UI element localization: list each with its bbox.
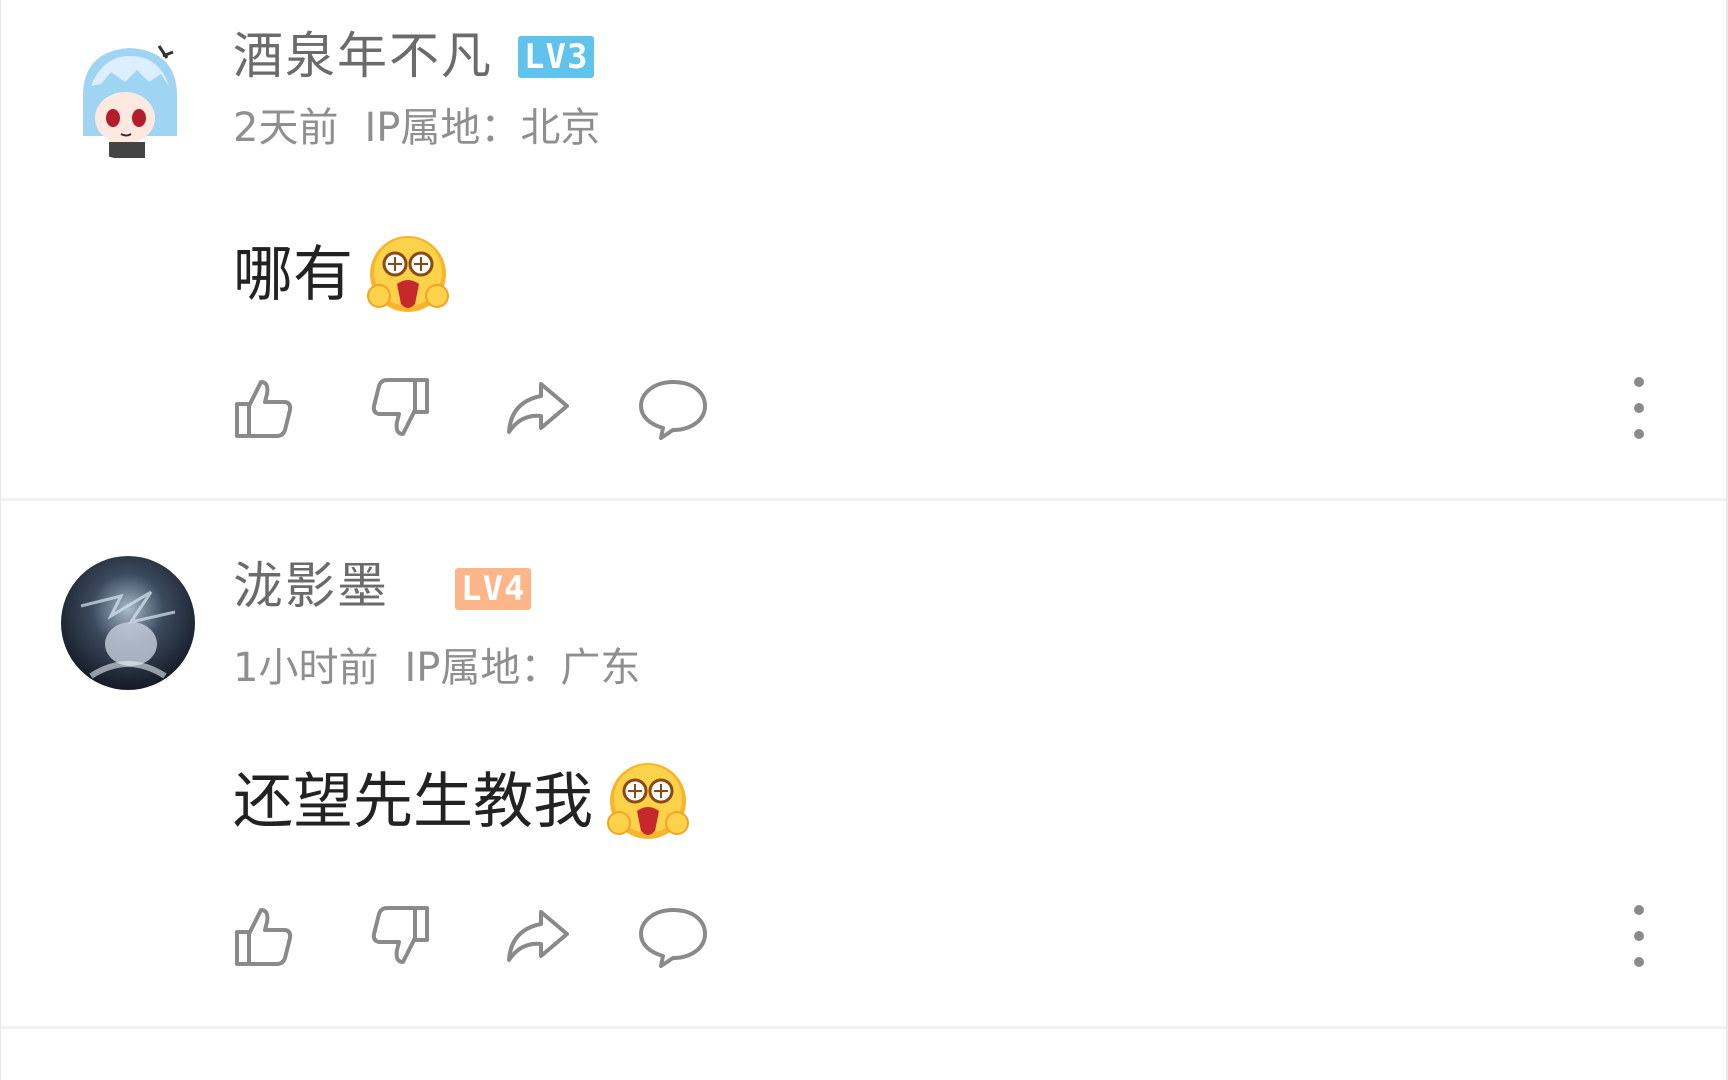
level-badge: LV4 xyxy=(455,568,532,610)
comment-text: 哪有 xyxy=(233,230,451,320)
comment-time: 2天前 xyxy=(233,105,339,151)
comment-text-body: 哪有 xyxy=(233,240,353,310)
share-icon[interactable] xyxy=(501,900,573,972)
comment-list: 酒泉年不凡 LV3 2天前 IP属地：北京 哪有 泷影墨 LV4 1小时前 IP… xyxy=(0,0,1728,1080)
shocked-emoji-icon xyxy=(365,232,451,318)
username[interactable]: 酒泉年不凡 xyxy=(233,26,493,86)
comment-text: 还望先生教我 xyxy=(233,757,691,847)
reply-icon[interactable] xyxy=(637,900,709,972)
comment-meta: 1小时前 IP属地：广东 xyxy=(233,643,666,693)
reply-icon[interactable] xyxy=(637,372,709,444)
shocked-emoji-icon xyxy=(605,759,691,845)
username[interactable]: 泷影墨 xyxy=(233,556,389,616)
more-icon[interactable] xyxy=(1619,900,1659,972)
comment-actions xyxy=(1,372,1726,442)
ip-location: IP属地：北京 xyxy=(364,105,601,151)
comment-actions xyxy=(1,900,1726,970)
ip-location: IP属地：广东 xyxy=(404,645,641,691)
dislike-icon[interactable] xyxy=(365,372,437,444)
divider xyxy=(1,1026,1726,1029)
like-icon[interactable] xyxy=(227,900,299,972)
dislike-icon[interactable] xyxy=(365,900,437,972)
comment-text-body: 还望先生教我 xyxy=(233,767,593,837)
avatar[interactable] xyxy=(61,556,195,690)
like-icon[interactable] xyxy=(227,372,299,444)
avatar[interactable] xyxy=(63,26,197,160)
comment-meta: 2天前 IP属地：北京 xyxy=(233,103,626,153)
comment-time: 1小时前 xyxy=(233,645,379,691)
share-icon[interactable] xyxy=(501,372,573,444)
more-icon[interactable] xyxy=(1619,372,1659,444)
level-badge: LV3 xyxy=(518,36,595,78)
divider xyxy=(1,498,1726,501)
